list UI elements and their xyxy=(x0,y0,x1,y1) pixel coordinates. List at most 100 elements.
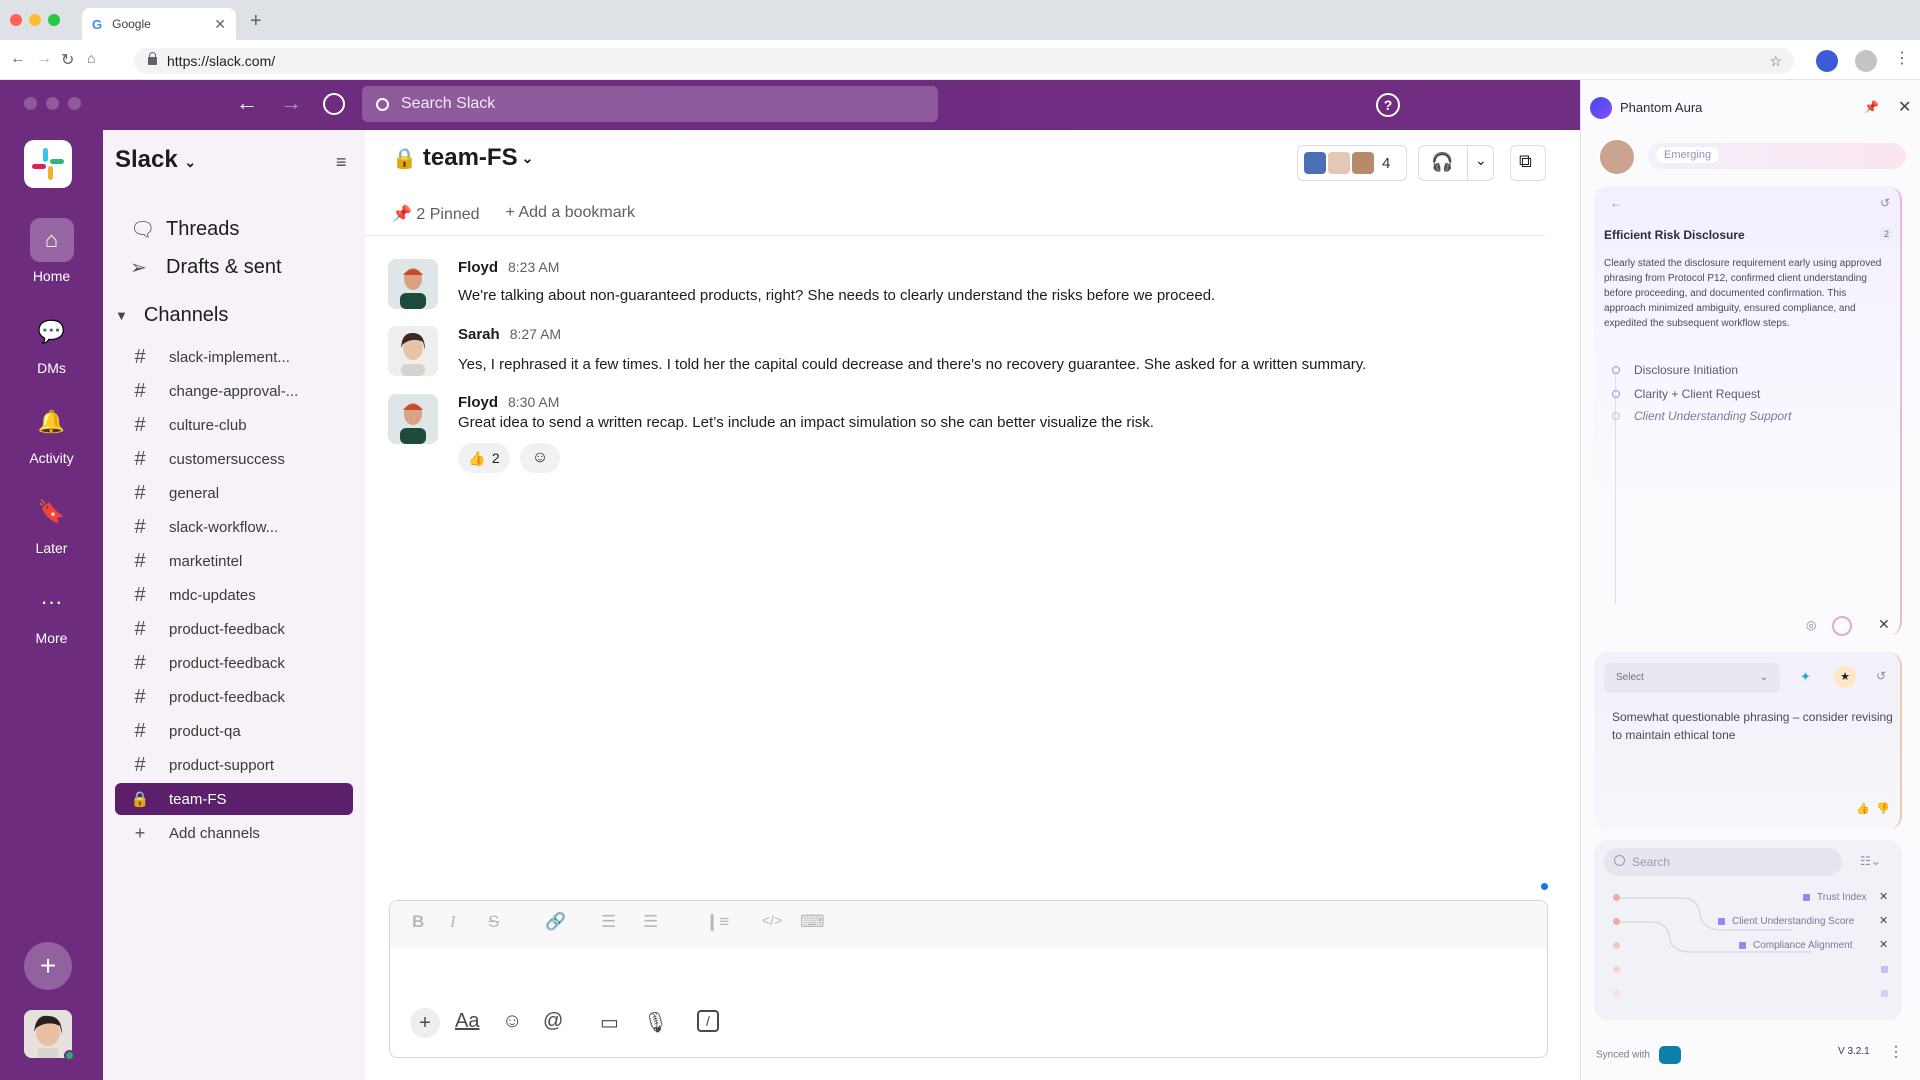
thumbs-up-icon[interactable]: 👍 xyxy=(1856,802,1870,815)
badge-icon[interactable]: ★ xyxy=(1834,666,1856,688)
avatar[interactable] xyxy=(1598,138,1636,176)
remove-metric-icon[interactable]: ✕ xyxy=(1879,914,1888,927)
add-channels-button[interactable]: + Add channels xyxy=(115,817,353,849)
avatar[interactable] xyxy=(388,394,438,444)
sidebar-channel[interactable]: # general xyxy=(115,477,353,509)
camera-icon[interactable]: ◎ xyxy=(1806,618,1816,632)
sidebar-channel[interactable]: # product-support xyxy=(115,749,353,781)
category-select[interactable]: Select ⌄ xyxy=(1604,663,1780,693)
sidebar-channel[interactable]: # product-feedback xyxy=(115,613,353,645)
strikethrough-icon[interactable]: S xyxy=(488,912,499,932)
avatar[interactable] xyxy=(388,326,438,376)
remove-metric-icon[interactable]: ✕ xyxy=(1879,938,1888,951)
account-icon[interactable] xyxy=(1855,50,1877,72)
message[interactable]: Floyd 8:23 AM We're talking about non-gua… xyxy=(388,259,1538,311)
history-icon[interactable]: ↺ xyxy=(1880,196,1890,210)
sidebar-channel[interactable]: # culture-club xyxy=(115,409,353,441)
profile-icon[interactable] xyxy=(1816,50,1838,72)
sidebar-channel[interactable]: # product-feedback xyxy=(115,681,353,713)
thumbs-down-icon[interactable]: 👎 xyxy=(1876,802,1890,815)
message-author[interactable]: Floyd 8:23 AM xyxy=(458,259,559,276)
rail-more[interactable]: ··· More xyxy=(0,580,103,646)
avatar[interactable] xyxy=(388,259,438,309)
huddle-button[interactable]: 🎧 ⌄ xyxy=(1418,145,1494,181)
chevron-down-icon[interactable]: ⌄ xyxy=(1475,152,1487,169)
browser-menu-icon[interactable]: ⋮ xyxy=(1894,48,1910,68)
message[interactable]: Sarah 8:27 AM Yes, I rephrased it a few t… xyxy=(388,326,1538,378)
rail-dms[interactable]: 💬 DMs xyxy=(0,310,103,376)
reaction-thumbs-up[interactable]: 👍 2 xyxy=(458,443,510,473)
emoji-icon[interactable]: ☺ xyxy=(502,1010,522,1033)
pinned-button[interactable]: 📌 2 Pinned xyxy=(392,204,480,224)
bookmark-star-icon[interactable]: ☆ xyxy=(1769,53,1782,70)
remove-metric-icon[interactable]: ✕ xyxy=(1879,890,1888,903)
back-arrow-icon[interactable]: ← xyxy=(1610,196,1622,210)
more-vertical-icon[interactable]: ⋮ xyxy=(1889,1043,1903,1060)
maximize-window-button[interactable] xyxy=(48,14,60,26)
metric-label[interactable]: Trust Index xyxy=(1817,892,1878,903)
link-icon[interactable]: 🔗 xyxy=(545,912,566,932)
new-tab-icon[interactable]: + xyxy=(250,10,262,33)
sidebar-item-drafts[interactable]: ➢ Drafts & sent xyxy=(130,255,282,280)
close-tab-icon[interactable]: ✕ xyxy=(214,16,226,33)
sidebar-channel[interactable]: # slack-implement... xyxy=(115,341,353,373)
add-reaction-button[interactable]: ☺ xyxy=(520,443,560,473)
filter-icon[interactable]: ≡ xyxy=(336,152,347,173)
channels-section-header[interactable]: ▼ Channels xyxy=(115,304,228,327)
sidebar-item-threads[interactable]: 🗨 Threads xyxy=(130,217,239,242)
metric-label[interactable]: Compliance Alignment xyxy=(1753,940,1878,951)
sidebar-channel[interactable]: # slack-workflow... xyxy=(115,511,353,543)
minimize-window-button[interactable] xyxy=(29,14,41,26)
record-icon[interactable] xyxy=(1832,616,1852,636)
sidebar-channel[interactable]: # change-approval-... xyxy=(115,375,353,407)
sidebar-channel[interactable]: # product-qa xyxy=(115,715,353,747)
history-icon[interactable] xyxy=(323,93,345,115)
panel-search-input[interactable]: Search xyxy=(1604,848,1842,876)
sidebar-channel-active[interactable]: 🔒 team-FS xyxy=(115,783,353,815)
bullet-list-icon[interactable]: ☰ xyxy=(643,912,658,932)
rail-home[interactable]: ⌂ Home xyxy=(0,218,103,284)
blockquote-icon[interactable]: ❙≡ xyxy=(705,912,729,932)
address-bar[interactable]: https://slack.com/ ☆ xyxy=(134,48,1794,74)
help-icon[interactable]: ? xyxy=(1376,93,1400,117)
code-icon[interactable]: </> xyxy=(762,912,782,928)
slack-logo-icon[interactable] xyxy=(24,140,72,188)
sidebar-channel[interactable]: # marketintel xyxy=(115,545,353,577)
sidebar-channel[interactable]: # customersuccess xyxy=(115,443,353,475)
sidebar-channel[interactable]: # product-feedback xyxy=(115,647,353,679)
rail-later[interactable]: 🔖 Later xyxy=(0,490,103,556)
step-label[interactable]: Disclosure Initiation xyxy=(1634,363,1738,377)
rail-activity[interactable]: 🔔 Activity xyxy=(0,400,103,466)
filter-sliders-icon[interactable]: ☷⌄ xyxy=(1860,854,1881,868)
refresh-icon[interactable]: ↺ xyxy=(1876,669,1886,683)
step-label[interactable]: Clarity + Client Request xyxy=(1634,387,1760,401)
close-icon[interactable]: ✕ xyxy=(1898,97,1911,117)
add-bookmark-button[interactable]: + Add a bookmark xyxy=(506,204,635,224)
pin-icon[interactable]: 📌 xyxy=(1864,100,1879,114)
channel-title[interactable]: 🔒 team-FS ⌄ xyxy=(392,144,533,172)
add-workspace-button[interactable]: + xyxy=(24,942,72,990)
sidebar-channel[interactable]: # mdc-updates xyxy=(115,579,353,611)
code-block-icon[interactable]: ⌨ xyxy=(800,912,825,932)
close-icon[interactable]: ✕ xyxy=(1878,616,1890,633)
formatting-toggle-icon[interactable]: Aa xyxy=(455,1010,479,1033)
message[interactable]: Floyd 8:30 AM Great idea to send a writte… xyxy=(388,394,1538,446)
browser-tab[interactable]: G Google ✕ xyxy=(82,8,236,40)
microphone-icon[interactable]: 🎙 xyxy=(643,1010,668,1035)
members-button[interactable]: 4 xyxy=(1297,145,1407,181)
italic-icon[interactable]: I xyxy=(450,912,456,932)
forward-arrow-icon[interactable]: → xyxy=(280,90,302,116)
attach-plus-icon[interactable]: + xyxy=(410,1008,440,1038)
mention-icon[interactable]: @ xyxy=(543,1010,563,1033)
message-author[interactable]: Sarah 8:27 AM xyxy=(458,326,561,343)
metric-label[interactable]: Client Understanding Score xyxy=(1732,916,1878,927)
home-browser-icon[interactable]: ⌂ xyxy=(87,50,95,66)
reload-icon[interactable]: ↻ xyxy=(61,50,74,70)
slash-command-icon[interactable]: / xyxy=(697,1010,719,1032)
workspace-name[interactable]: Slack ⌄ xyxy=(115,146,196,174)
canvas-button[interactable]: ⧉ xyxy=(1510,145,1546,181)
bold-icon[interactable]: B xyxy=(412,912,424,932)
video-icon[interactable]: ▭ xyxy=(600,1010,619,1035)
back-arrow-icon[interactable]: ← xyxy=(236,90,258,116)
back-arrow-icon[interactable]: ← xyxy=(10,50,26,68)
